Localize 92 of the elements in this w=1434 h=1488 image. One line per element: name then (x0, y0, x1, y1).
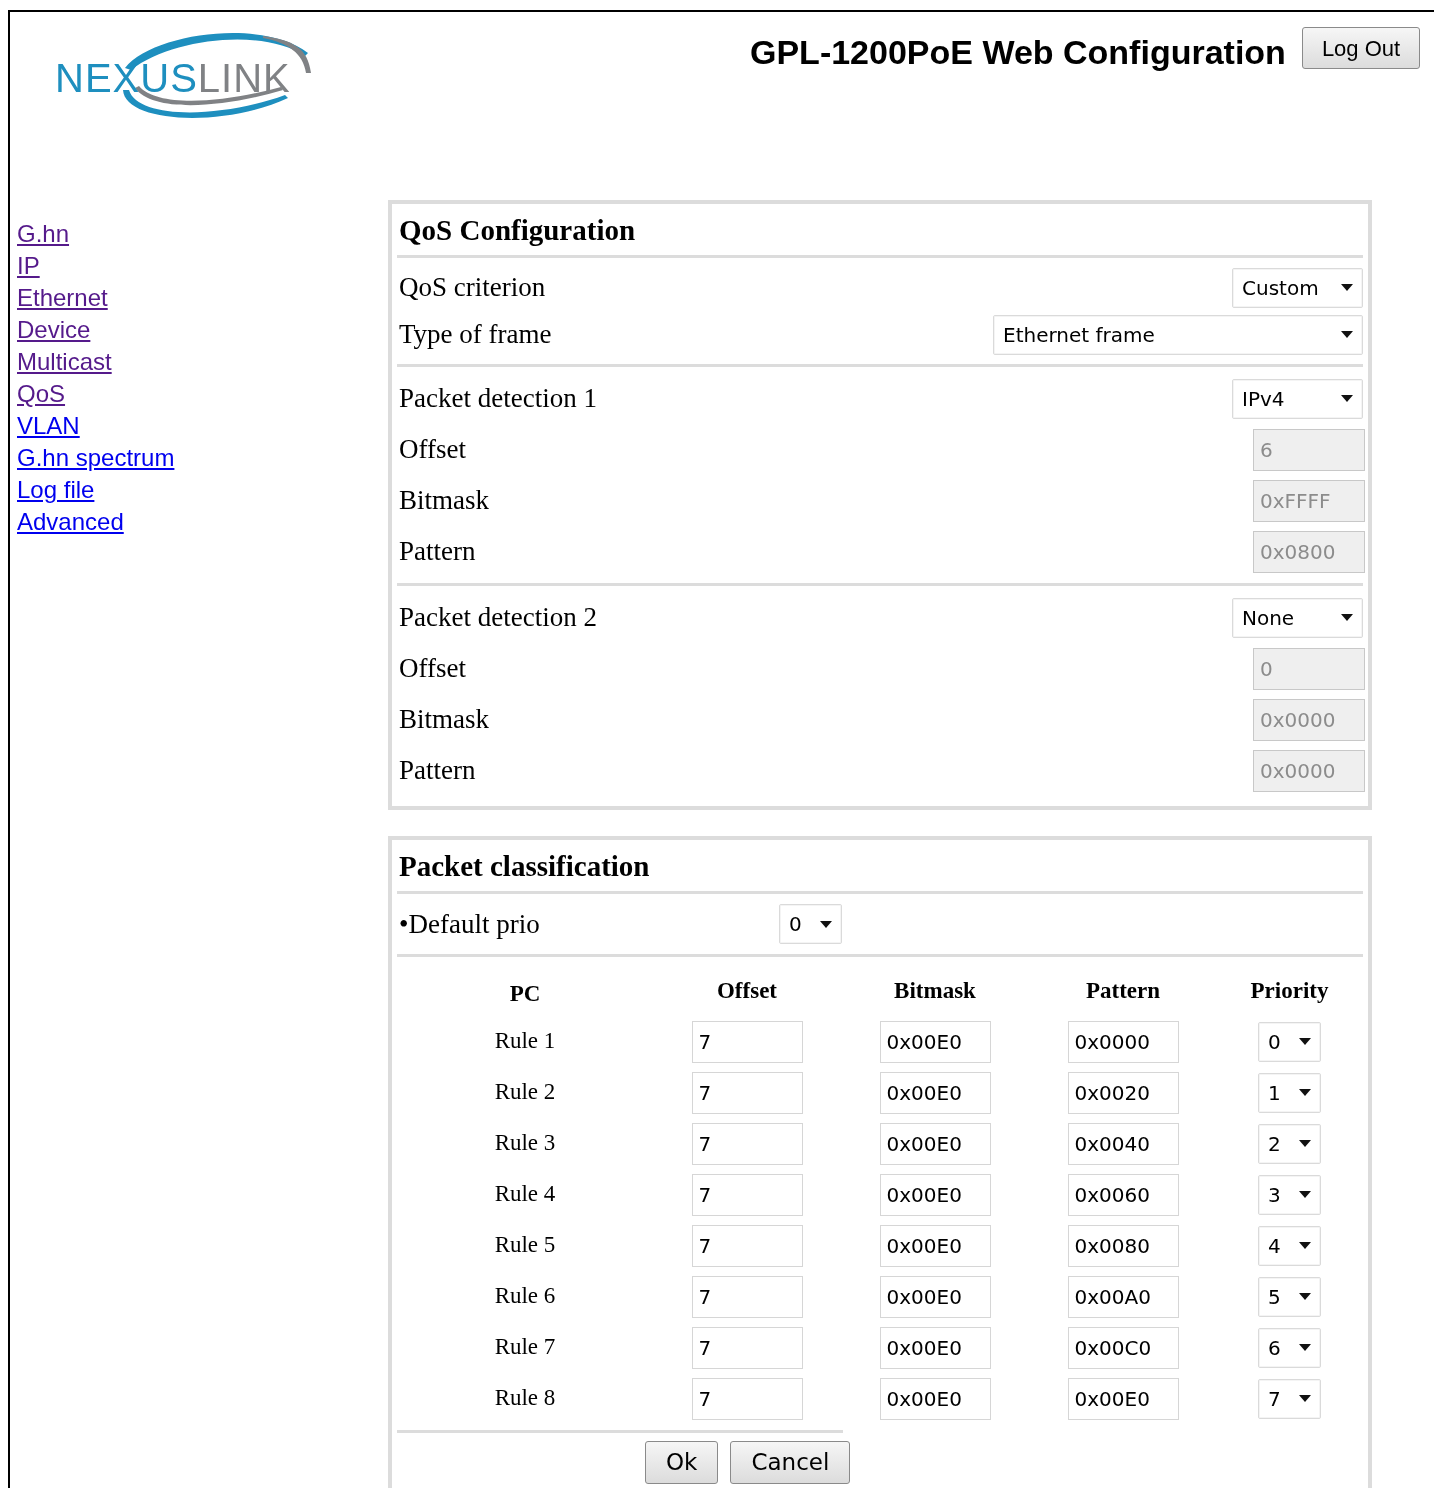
input-field[interactable]: 0x00E0 (879, 1275, 991, 1318)
column-header: Bitmask (894, 976, 976, 1005)
dropdown[interactable]: 7 (1258, 1378, 1321, 1419)
logo-text: NEXUS (55, 56, 198, 100)
dropdown[interactable]: 0 (779, 904, 842, 944)
field-label: Pattern (399, 535, 476, 569)
input-field[interactable]: 0x00E0 (879, 1173, 991, 1216)
rule-label: Rule 1 (494, 1027, 556, 1056)
input-field[interactable]: 7 (691, 1020, 803, 1063)
field-label: Packet detection 1 (399, 382, 597, 416)
dropdown[interactable]: 6 (1258, 1327, 1321, 1368)
rule-label: Rule 5 (494, 1231, 556, 1260)
nav-link[interactable]: QoS (17, 378, 66, 410)
input-field[interactable]: 7 (691, 1224, 803, 1267)
field-label: QoS criterion (399, 271, 546, 305)
input-field[interactable]: 0x00E0 (879, 1122, 991, 1165)
dropdown[interactable]: None (1232, 597, 1363, 638)
input-field[interactable]: 7 (691, 1275, 803, 1318)
action-button[interactable]: Cancel (730, 1441, 851, 1484)
rule-label: Rule 4 (494, 1180, 556, 1209)
caret-icon (1299, 1089, 1311, 1096)
nav-link[interactable]: G.hn spectrum (17, 442, 175, 474)
input-field[interactable]: 7 (691, 1122, 803, 1165)
rule-label: Rule 2 (494, 1078, 556, 1107)
dropdown[interactable]: 5 (1258, 1276, 1321, 1317)
nav-link[interactable]: Device (17, 314, 91, 346)
caret-icon (1299, 1191, 1311, 1198)
section-title: QoS Configuration (398, 213, 637, 248)
rule-label: Rule 6 (494, 1282, 556, 1311)
field-label: Bitmask (399, 703, 489, 737)
nav-link[interactable]: Ethernet (17, 282, 108, 314)
rule-label: Rule 8 (494, 1384, 556, 1413)
dropdown[interactable]: 2 (1258, 1123, 1321, 1164)
action-button[interactable]: Ok (645, 1441, 719, 1484)
nav-link[interactable]: IP (17, 250, 40, 282)
caret-icon (1341, 284, 1353, 291)
dropdown[interactable]: 1 (1258, 1072, 1321, 1113)
input-field[interactable]: 7 (691, 1071, 803, 1114)
nav-link[interactable]: Log file (17, 474, 95, 506)
field-label: Type of frame (399, 318, 552, 352)
page-title: GPL-1200PoE Web Configuration (750, 32, 1286, 73)
input-field[interactable]: 0x00E0 (879, 1377, 991, 1420)
field-label: Offset (399, 652, 466, 686)
caret-icon (1341, 395, 1353, 402)
nav-link[interactable]: VLAN (17, 410, 80, 442)
dropdown[interactable]: Ethernet frame (993, 314, 1363, 355)
input-field[interactable]: 0x0060 (1067, 1173, 1179, 1216)
field-label: Pattern (399, 754, 476, 788)
dropdown[interactable]: 4 (1258, 1225, 1321, 1266)
input-field[interactable]: 0x0080 (1067, 1224, 1179, 1267)
input-field[interactable]: 0x00E0 (879, 1020, 991, 1063)
column-header: Offset (717, 976, 777, 1005)
field-label: Offset (399, 433, 466, 467)
dropdown[interactable]: IPv4 (1232, 378, 1363, 419)
input-field[interactable]: 7 (691, 1326, 803, 1369)
input-field[interactable]: 0x0020 (1067, 1071, 1179, 1114)
input-field[interactable]: 7 (691, 1173, 803, 1216)
nav-link[interactable]: Advanced (17, 506, 124, 538)
caret-icon (1299, 1395, 1311, 1402)
logout-button[interactable]: Log Out (1301, 27, 1421, 69)
logo-text: LINK (197, 56, 291, 100)
caret-icon (1341, 614, 1353, 621)
dropdown[interactable]: 0 (1258, 1021, 1321, 1062)
caret-icon (1341, 331, 1353, 338)
caret-icon (1299, 1242, 1311, 1249)
column-header: Pattern (1085, 976, 1161, 1005)
caret-icon (1299, 1293, 1311, 1300)
field-label: •Default prio (399, 907, 541, 941)
input-field[interactable]: 0x00A0 (1067, 1275, 1179, 1318)
column-header: Priority (1250, 976, 1329, 1005)
caret-icon (1299, 1140, 1311, 1147)
input-field[interactable]: 0x00E0 (879, 1071, 991, 1114)
input-field[interactable]: 0x0040 (1067, 1122, 1179, 1165)
input-field[interactable]: 0x00E0 (1067, 1377, 1179, 1420)
caret-icon (1299, 1344, 1311, 1351)
caret-icon (1299, 1038, 1311, 1045)
column-header: PC (509, 980, 541, 1008)
input-field[interactable]: 0x00E0 (879, 1224, 991, 1267)
rule-label: Rule 7 (494, 1333, 556, 1362)
dropdown[interactable]: Custom (1232, 267, 1363, 308)
caret-icon (820, 920, 832, 928)
dropdown[interactable]: 3 (1258, 1174, 1321, 1215)
input-field[interactable]: 0x0000 (1067, 1020, 1179, 1063)
field-label: Packet detection 2 (399, 601, 597, 635)
section-title: Packet classification (398, 849, 651, 884)
input-field[interactable]: 0x00C0 (1067, 1326, 1179, 1369)
rule-label: Rule 3 (494, 1129, 556, 1158)
field-label: Bitmask (399, 484, 489, 518)
input-field[interactable]: 7 (691, 1377, 803, 1420)
nav-link[interactable]: Multicast (17, 346, 112, 378)
input-field[interactable]: 0x00E0 (879, 1326, 991, 1369)
nav-link[interactable]: G.hn (17, 218, 70, 250)
